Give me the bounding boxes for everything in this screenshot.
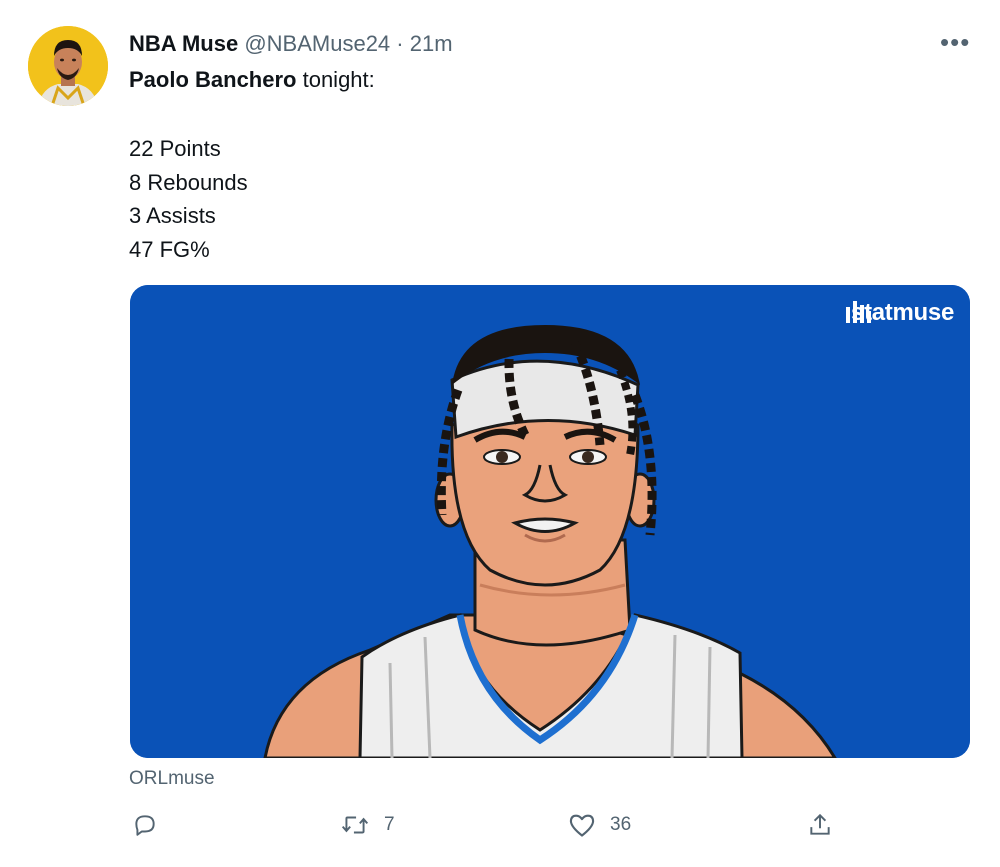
timestamp[interactable]: 21m	[410, 31, 453, 56]
avatar[interactable]	[28, 26, 108, 106]
tweet-text: Paolo Banchero tonight:	[129, 66, 375, 94]
card-source[interactable]: ORLmuse	[129, 767, 215, 791]
statmuse-logo: statmuse	[845, 299, 954, 327]
retweet-icon	[341, 816, 369, 834]
stat-line-rebounds: 8 Rebounds	[129, 169, 248, 195]
stat-line-fg-percent: 47 FG%	[129, 236, 210, 262]
like-button[interactable]: 36	[568, 812, 631, 838]
heart-icon	[569, 814, 595, 837]
tweet-header: NBA Muse @NBAMuse24 · 21m	[129, 30, 453, 58]
player-illustration	[130, 285, 970, 758]
retweet-button[interactable]: 7	[340, 812, 395, 838]
tweet[interactable]: NBA Muse @NBAMuse24 · 21m ••• Paolo Banc…	[0, 0, 1000, 867]
user-handle[interactable]: @NBAMuse24	[244, 31, 390, 56]
display-name[interactable]: NBA Muse	[129, 31, 238, 56]
more-options-icon[interactable]: •••	[940, 28, 970, 56]
share-icon	[810, 813, 830, 835]
stat-line-assists: 3 Assists	[129, 203, 216, 228]
reply-button[interactable]	[132, 812, 158, 838]
tweet-text-rest: tonight:	[296, 67, 375, 92]
reply-icon	[135, 815, 155, 836]
player-name: Paolo Banchero	[129, 67, 297, 92]
like-count: 36	[610, 814, 632, 835]
separator-dot: ·	[396, 31, 404, 56]
share-button[interactable]	[807, 812, 833, 838]
media-card[interactable]: statmuse	[130, 285, 970, 758]
stat-lines: 22 Points 8 Rebounds 3 Assists 47 FG%	[129, 132, 248, 266]
avatar-illustration	[28, 26, 108, 106]
tweet-actions: 7 36	[0, 812, 1000, 852]
retweet-count: 7	[384, 814, 395, 835]
stat-line-points: 22 Points	[129, 136, 221, 161]
